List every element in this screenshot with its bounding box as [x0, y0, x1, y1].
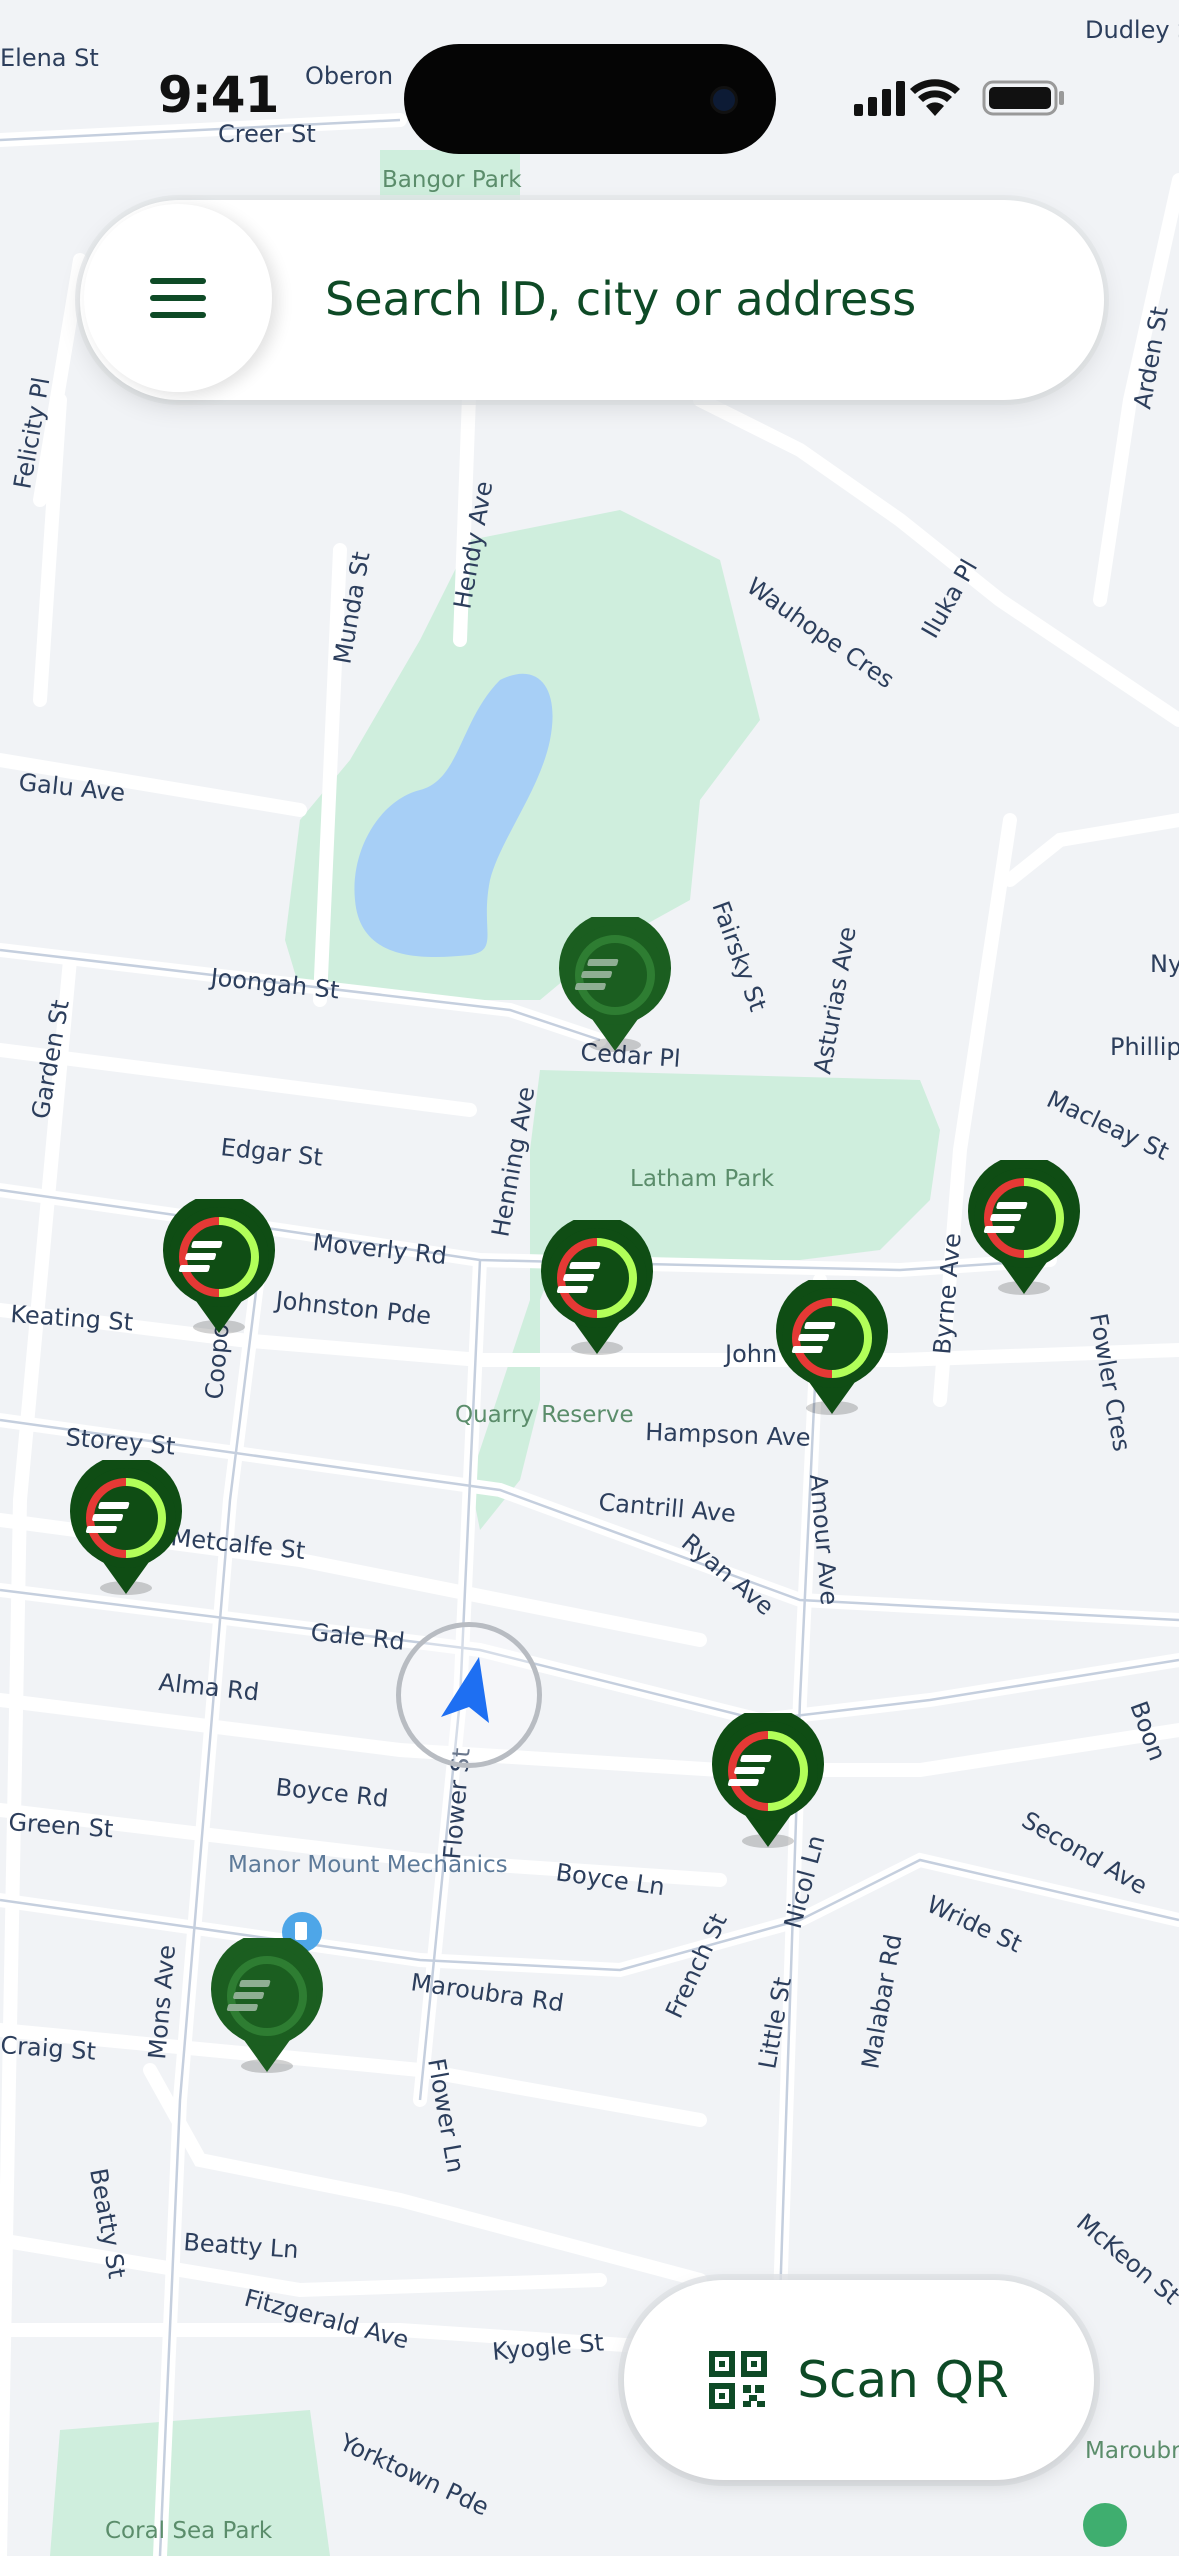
park-label: Quarry Reserve	[455, 1402, 634, 1428]
scan-qr-label: Scan QR	[797, 2351, 1009, 2409]
map-label: John	[723, 1340, 777, 1368]
park-label: Bangor Park	[382, 167, 522, 193]
charger-pin[interactable]	[773, 1274, 891, 1418]
charger-pin[interactable]	[556, 911, 674, 1055]
search-bar[interactable]: Search ID, city or address	[80, 200, 1104, 400]
poi-pin-icon	[1083, 2503, 1127, 2547]
battery-icon	[982, 80, 1064, 116]
map-label: Ny	[1150, 950, 1179, 978]
poi-label: Manor Mount Mechanics	[228, 1852, 508, 1878]
location-arrow-icon	[441, 1657, 489, 1723]
charger-pin-partial-icon	[541, 1214, 653, 1355]
charger-pin[interactable]	[709, 1707, 827, 1851]
park-label: Latham Park	[630, 1166, 775, 1192]
charger-pin-unavailable-icon	[559, 911, 671, 1052]
charger-pin[interactable]	[538, 1214, 656, 1358]
charger-pin[interactable]	[965, 1154, 1083, 1298]
charger-pin-partial-icon	[712, 1707, 824, 1848]
search-input[interactable]: Search ID, city or address	[325, 272, 916, 326]
wifi-icon	[910, 79, 960, 116]
charger-pin-partial-icon	[163, 1193, 275, 1334]
map-label: Hampson Ave	[645, 1418, 811, 1452]
charger-pin-unavailable-icon	[211, 1932, 323, 2073]
charger-pin[interactable]	[67, 1454, 185, 1598]
scan-qr-button[interactable]: Scan QR	[624, 2280, 1094, 2480]
charger-pin[interactable]	[208, 1932, 326, 2076]
park-label: Maroubra Rockpools	[1085, 2438, 1179, 2464]
park-label: Coral Sea Park	[105, 2518, 273, 2544]
charger-pin-partial-icon	[776, 1274, 888, 1415]
cellular-signal-icon	[854, 81, 905, 116]
status-bar: 9:41	[0, 0, 1179, 154]
hamburger-menu-icon	[150, 278, 206, 318]
dynamic-island	[404, 44, 776, 154]
menu-button[interactable]	[84, 204, 272, 392]
status-time: 9:41	[158, 66, 279, 124]
map-label: Phillip	[1110, 1033, 1179, 1061]
current-location-marker	[396, 1622, 542, 1768]
qr-code-icon	[709, 2351, 768, 2409]
charger-pin-partial-icon	[968, 1154, 1080, 1295]
status-icons	[854, 79, 1064, 116]
charger-pin[interactable]	[160, 1193, 278, 1337]
camera-icon	[710, 86, 738, 114]
charger-pin-partial-icon	[70, 1454, 182, 1595]
